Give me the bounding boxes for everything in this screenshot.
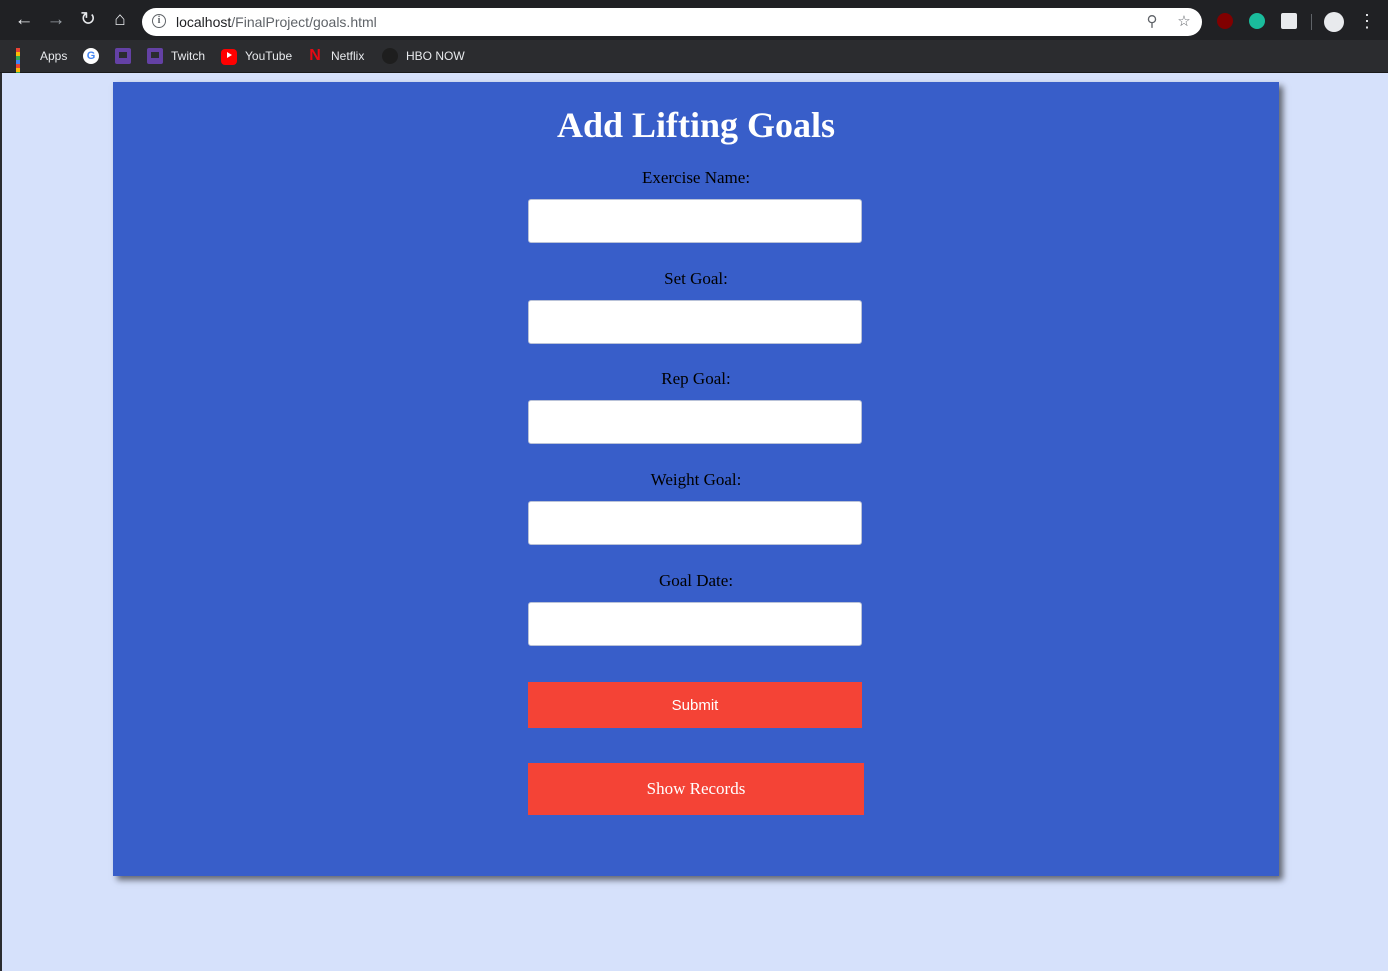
bookmark-star-icon[interactable]: ☆ [1174, 12, 1194, 32]
bookmark-twitch-icon-only[interactable] [115, 46, 139, 66]
rep-goal-input[interactable] [528, 400, 862, 444]
reload-icon[interactable]: ↻ [76, 8, 100, 32]
twitch-icon [115, 48, 131, 64]
forward-arrow-icon[interactable]: → [44, 8, 68, 32]
ublock-extension-icon[interactable] [1217, 13, 1233, 29]
info-icon[interactable]: i [152, 14, 166, 28]
bookmark-label: Netflix [331, 49, 365, 63]
weight-goal-input[interactable] [528, 501, 862, 545]
exercise-name-label: Exercise Name: [641, 168, 751, 187]
bookmark-label: Twitch [171, 49, 206, 63]
window-left-edge [0, 73, 2, 971]
bookmark-label: YouTube [245, 49, 293, 63]
set-goal-input[interactable] [528, 300, 862, 344]
netflix-icon: N [309, 47, 321, 64]
bookmark-google[interactable]: G [83, 46, 107, 66]
url-host: localhost [176, 14, 232, 30]
bookmark-label: Apps [40, 49, 68, 63]
bookmark-netflix[interactable]: N Netflix [307, 46, 364, 66]
bookmarks-bar: Apps G Twitch YouTube N Netflix HBO NOW [0, 40, 1388, 84]
page-title: Add Lifting Goals [556, 105, 836, 145]
show-records-button[interactable]: Show Records [528, 763, 864, 815]
bookmark-hbo-now[interactable]: HBO NOW [382, 46, 465, 66]
toolbar-divider [1311, 14, 1312, 30]
address-bar[interactable]: i localhost/FinalProject/goals.html ⚲ ☆ [142, 8, 1202, 36]
hbo-icon [382, 48, 398, 64]
exercise-name-input[interactable] [528, 199, 862, 243]
set-goal-label: Set Goal: [664, 269, 728, 288]
rep-goal-label: Rep Goal: [661, 369, 731, 388]
home-icon[interactable]: ⌂ [108, 8, 132, 32]
goal-date-label: Goal Date: [658, 571, 734, 590]
youtube-icon [221, 49, 237, 65]
submit-button[interactable]: Submit [528, 682, 862, 728]
google-icon: G [83, 48, 99, 64]
url-path: /FinalProject/goals.html [231, 14, 377, 30]
bookmark-label: HBO NOW [406, 49, 465, 63]
address-url[interactable]: localhost/FinalProject/goals.html [176, 14, 377, 30]
goal-date-input[interactable] [528, 602, 862, 646]
extension-calendar-icon[interactable] [1281, 13, 1297, 29]
weight-goal-label: Weight Goal: [650, 470, 742, 489]
goals-form-card: Add Lifting Goals Exercise Name: Set Goa… [113, 82, 1279, 876]
bookmark-youtube[interactable]: YouTube [221, 46, 292, 66]
menu-kebab-icon[interactable]: ⋮ [1358, 8, 1376, 34]
twitch-icon [147, 48, 163, 64]
browser-toolbar: ← → ↻ ⌂ i localhost/FinalProject/goals.h… [0, 0, 1388, 40]
bookmark-apps[interactable]: Apps [16, 46, 68, 84]
back-arrow-icon[interactable]: ← [12, 8, 36, 32]
bookmark-twitch[interactable]: Twitch [147, 46, 205, 66]
profile-avatar-icon[interactable] [1324, 12, 1344, 32]
zoom-icon[interactable]: ⚲ [1142, 12, 1162, 32]
apps-grid-icon [16, 48, 32, 84]
extension-m-icon[interactable] [1249, 13, 1265, 29]
